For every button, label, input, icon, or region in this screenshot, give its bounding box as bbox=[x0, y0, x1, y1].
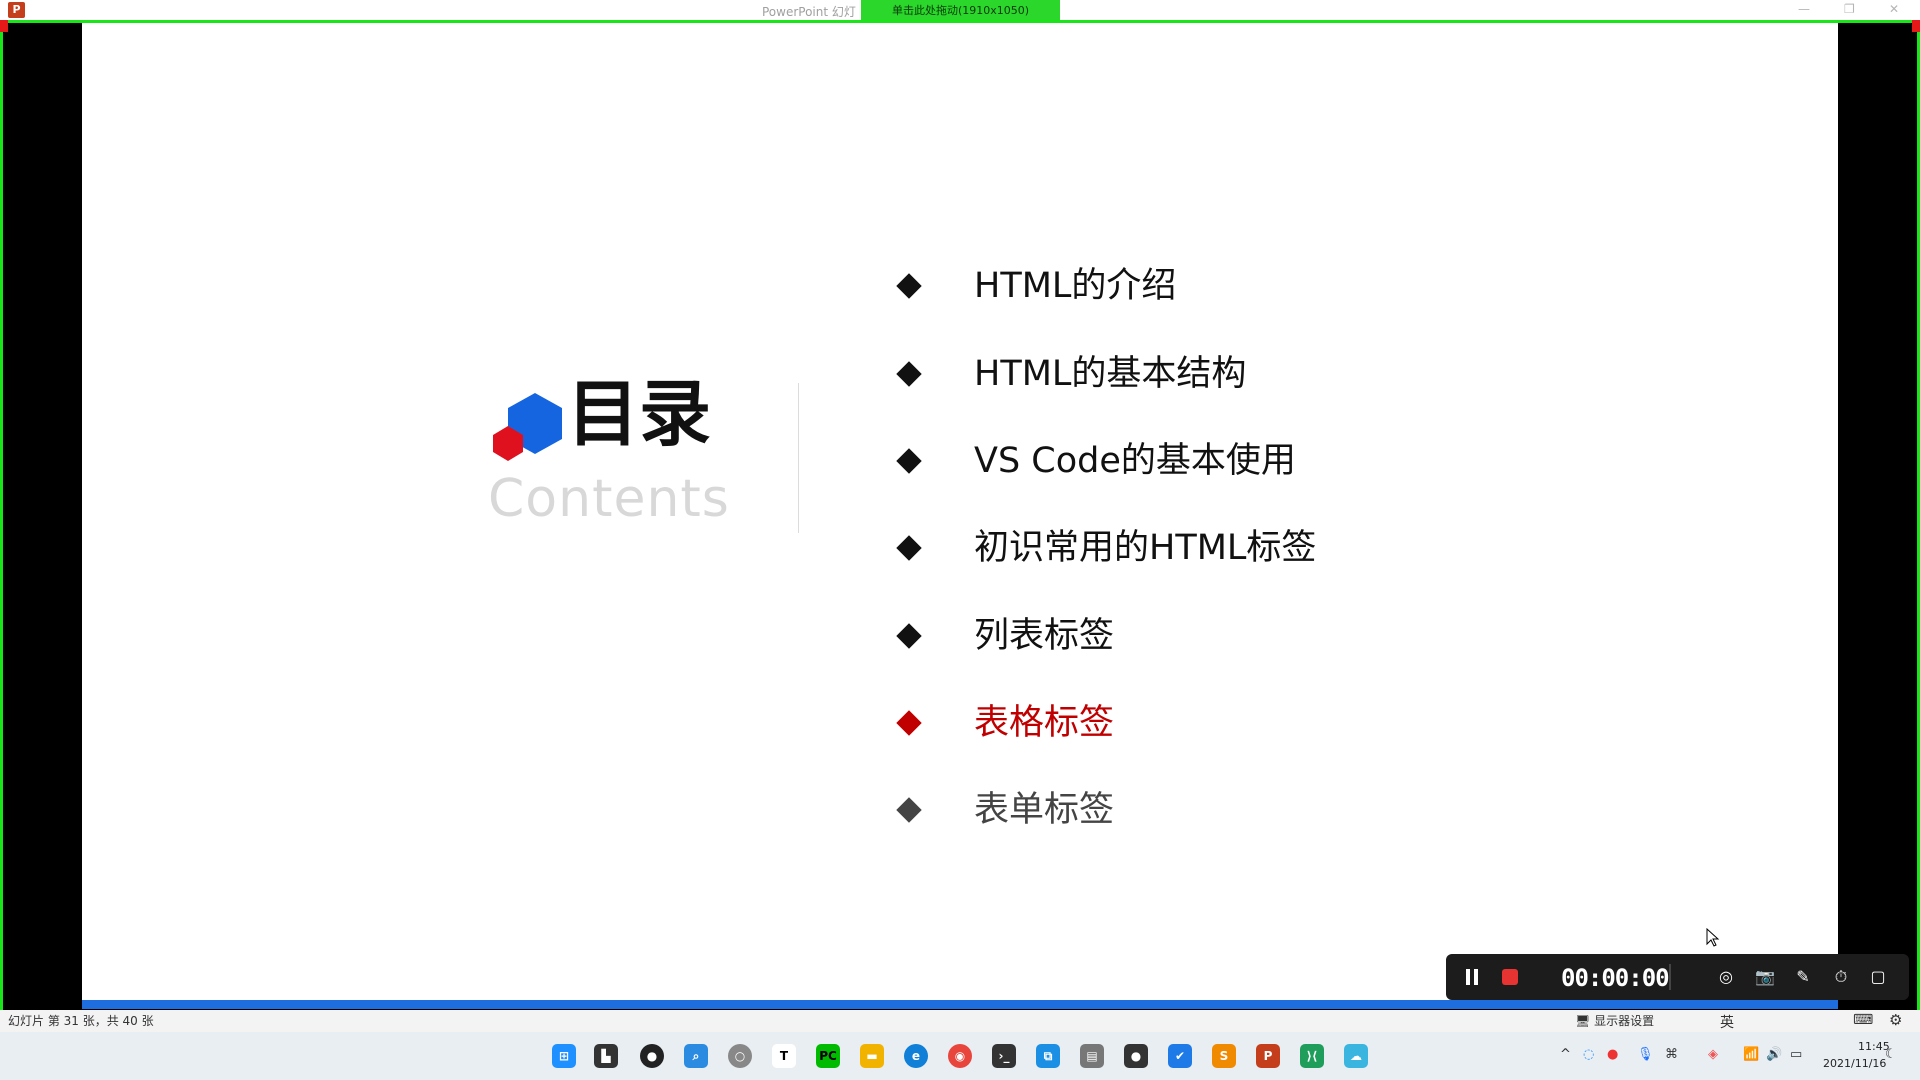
restore-button[interactable]: ❐ bbox=[1844, 2, 1855, 16]
sync-icon[interactable]: ◌ bbox=[1583, 1047, 1594, 1062]
search-icon[interactable]: ⌕ bbox=[684, 1044, 708, 1068]
pycharm-icon[interactable]: PC bbox=[816, 1044, 840, 1068]
recording-timer: 00:00:00 bbox=[1561, 964, 1670, 992]
toc-item-label: VS Code的基本使用 bbox=[974, 441, 1296, 481]
microphone-icon[interactable]: 🎙 bbox=[1637, 1047, 1654, 1062]
toc-title: 目录 bbox=[567, 372, 712, 456]
powerpoint-app-icon[interactable]: P bbox=[8, 2, 25, 18]
keyboard-icon[interactable]: ⌨ bbox=[1853, 1012, 1873, 1028]
close-button[interactable]: ✕ bbox=[1889, 2, 1899, 16]
battery-icon[interactable]: ▭ bbox=[1790, 1047, 1802, 1062]
remote-desktop-icon[interactable]: ⧉ bbox=[1036, 1044, 1060, 1068]
window-icon[interactable]: ▢ bbox=[1867, 966, 1889, 988]
volume-icon[interactable]: 🔊 bbox=[1766, 1047, 1782, 1062]
vertical-divider bbox=[798, 383, 799, 533]
toc-item-label: 表单标签 bbox=[974, 790, 1115, 830]
recording-indicator-icon[interactable]: ● bbox=[1607, 1047, 1618, 1062]
slide-counter: 幻灯片 第 31 张，共 40 张 bbox=[8, 1014, 154, 1028]
toc-item-label: 列表标签 bbox=[974, 616, 1115, 656]
toc-item-label: HTML的基本结构 bbox=[974, 354, 1247, 394]
typora-icon[interactable]: T bbox=[772, 1044, 796, 1068]
diamond-bullet-icon bbox=[896, 710, 922, 736]
screenshot-region-icon[interactable]: ◎ bbox=[1715, 966, 1737, 988]
stop-record-icon[interactable] bbox=[1502, 969, 1518, 985]
settings-gear-icon[interactable]: ⚙ bbox=[1889, 1011, 1902, 1029]
capture-drag-handle[interactable]: 单击此处拖动(1910x1050) bbox=[861, 0, 1060, 21]
toolbar-divider bbox=[1669, 964, 1671, 990]
edge-icon[interactable]: e bbox=[904, 1044, 928, 1068]
toc-item-label: HTML的介绍 bbox=[974, 266, 1177, 306]
slide-canvas: 目录 Contents HTML的介绍 HTML的基本结构 VS Code的基本… bbox=[82, 23, 1838, 1000]
diamond-bullet-icon bbox=[896, 535, 922, 561]
toc-item-label: 表格标签 bbox=[974, 703, 1115, 743]
monitor-settings-label: 显示器设置 bbox=[1594, 1014, 1655, 1028]
diamond-bullet-icon bbox=[896, 448, 922, 474]
powerpoint-icon[interactable]: P bbox=[1256, 1044, 1280, 1068]
camera-icon[interactable]: 📷 bbox=[1754, 966, 1776, 988]
task-view-icon[interactable]: ▙ bbox=[594, 1044, 618, 1068]
window-title: PowerPoint 幻灯 bbox=[762, 5, 856, 19]
start-menu-icon[interactable]: ⊞ bbox=[552, 1044, 576, 1068]
diamond-bullet-icon bbox=[896, 623, 922, 649]
browser-icon[interactable]: ○ bbox=[728, 1044, 752, 1068]
file-explorer-icon[interactable]: ▬ bbox=[860, 1044, 884, 1068]
slideshow-progress-bar bbox=[82, 1000, 1838, 1009]
vscode-icon[interactable]: ⟩⟨ bbox=[1300, 1044, 1324, 1068]
clock-date[interactable]: 2021/11/16 bbox=[1823, 1057, 1886, 1070]
capture-corner-handle[interactable] bbox=[0, 20, 8, 32]
diamond-bullet-icon bbox=[896, 361, 922, 387]
pen-icon[interactable]: ✎ bbox=[1792, 966, 1814, 988]
feishu-icon[interactable]: ✔ bbox=[1168, 1044, 1192, 1068]
recorder-app-icon[interactable]: ● bbox=[1124, 1044, 1148, 1068]
capture-corner-handle[interactable] bbox=[1912, 20, 1920, 32]
tray-overflow-icon[interactable]: ^ bbox=[1560, 1047, 1571, 1062]
toc-item-label: 初识常用的HTML标签 bbox=[974, 528, 1317, 568]
sublime-icon[interactable]: S bbox=[1212, 1044, 1236, 1068]
ime-language[interactable]: 英 bbox=[1720, 1012, 1734, 1032]
timer-icon[interactable]: ⏱ bbox=[1830, 966, 1852, 988]
app-window-icon[interactable]: ▤ bbox=[1080, 1044, 1104, 1068]
security-icon[interactable]: ◈ bbox=[1708, 1047, 1718, 1062]
screen-recorder-toolbar[interactable]: 00:00:00 ◎ 📷 ✎ ⏱ ▢ bbox=[1446, 954, 1909, 1000]
wifi-icon[interactable]: 📶 bbox=[1743, 1047, 1759, 1062]
ime-mode-icon[interactable]: ⌘ bbox=[1665, 1047, 1678, 1062]
diamond-bullet-icon bbox=[896, 273, 922, 299]
capture-frame-left bbox=[0, 20, 3, 1080]
cloud-app-icon[interactable]: ☁ bbox=[1344, 1044, 1368, 1068]
logo-hexagon-icon bbox=[493, 393, 562, 461]
pause-icon[interactable] bbox=[1465, 969, 1480, 985]
obs-icon[interactable]: ● bbox=[640, 1044, 664, 1068]
minimize-button[interactable]: — bbox=[1798, 2, 1810, 16]
toc-subtitle: Contents bbox=[488, 469, 730, 529]
terminal-icon[interactable]: ›_ bbox=[992, 1044, 1016, 1068]
diamond-bullet-icon bbox=[896, 797, 922, 823]
monitor-settings-button[interactable]: 🖥 显示器设置 bbox=[1575, 1012, 1654, 1029]
chrome-icon[interactable]: ◉ bbox=[948, 1044, 972, 1068]
notification-icon[interactable]: ☾ bbox=[1885, 1047, 1897, 1062]
